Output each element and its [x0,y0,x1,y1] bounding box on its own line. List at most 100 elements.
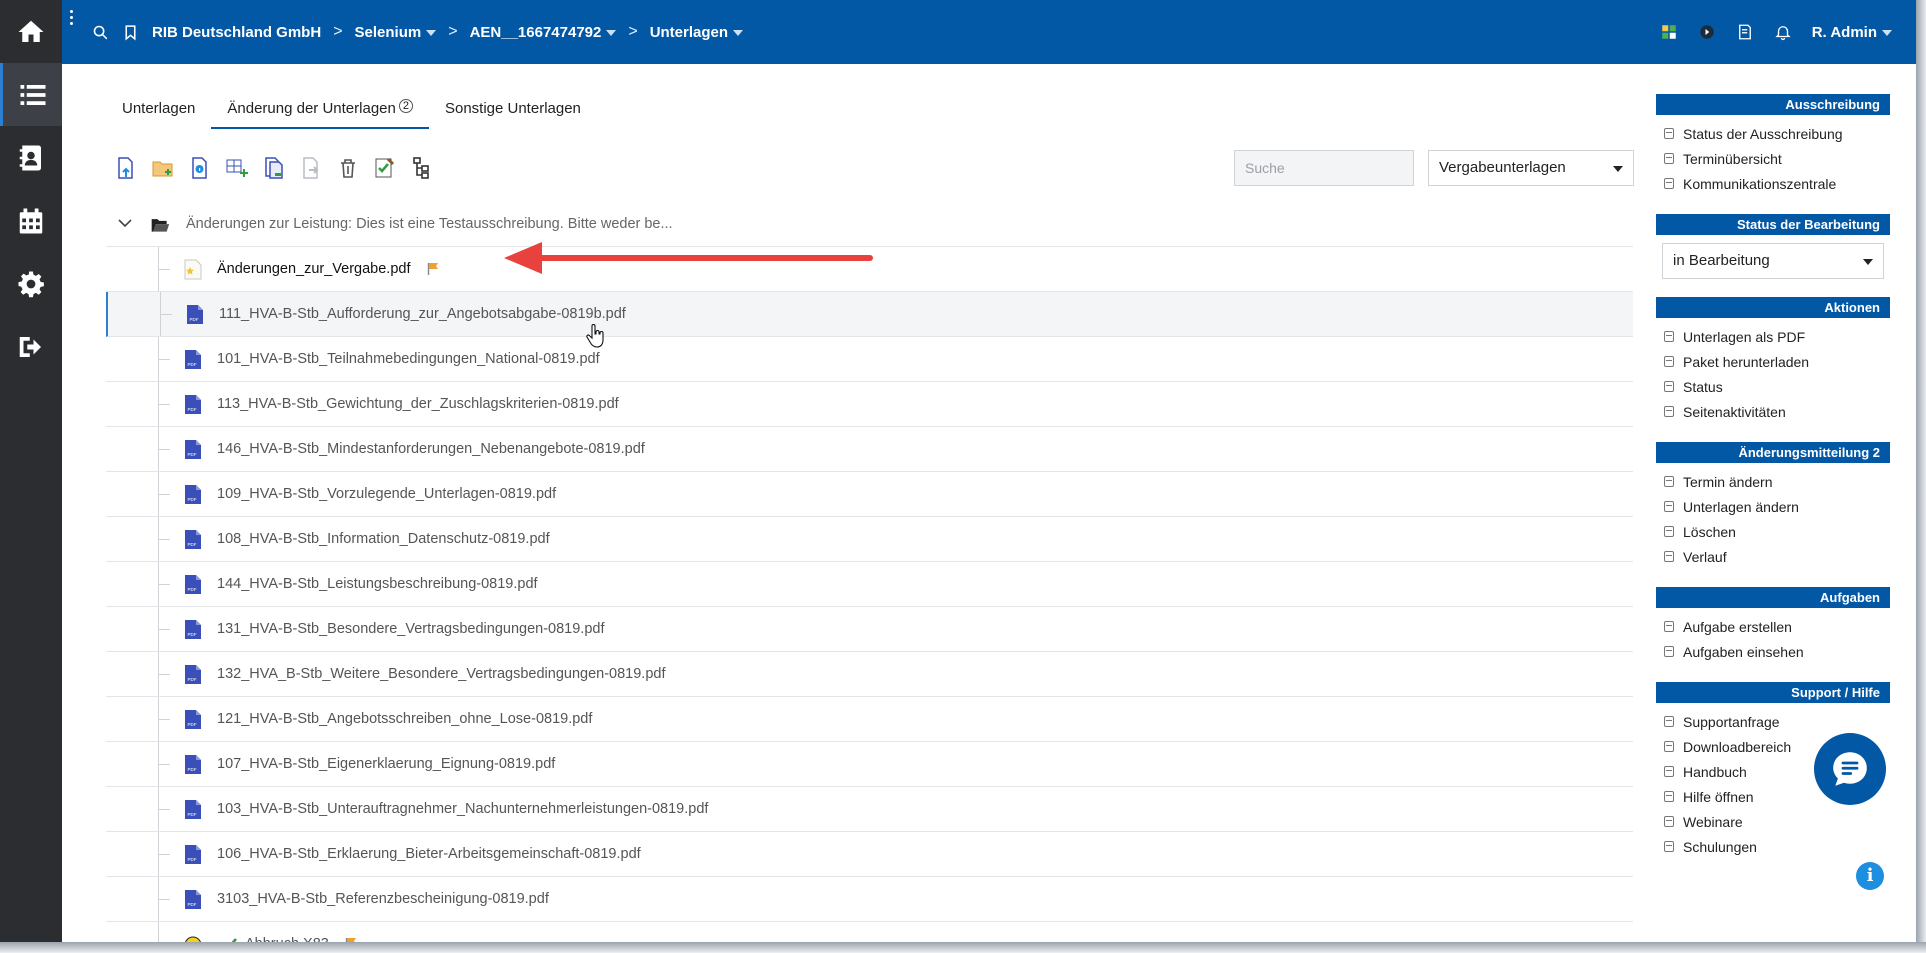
file-row[interactable]: PDF 108_HVA-B-Stb_Information_Datenschut… [106,517,1633,562]
file-name[interactable]: 108_HVA-B-Stb_Information_Datenschutz-08… [217,531,550,547]
file-row[interactable]: PDF 109_HVA-B-Stb_Vorzulegende_Unterlage… [106,472,1633,517]
search-input[interactable]: Suche [1234,150,1414,186]
sidebar-link[interactable]: Aufgaben einsehen [1656,639,1890,664]
search-icon[interactable] [92,24,109,41]
file-name[interactable]: 107_HVA-B-Stb_Eigenerklaerung_Eignung-08… [217,756,555,772]
breadcrumb-item-project[interactable]: Selenium [355,24,437,41]
link-bullet-icon [1664,621,1674,632]
nav-contacts[interactable] [0,126,62,189]
chevron-down-icon [606,30,617,36]
assistant-icon[interactable] [1698,23,1716,41]
tree-connector [158,877,174,921]
file-row[interactable]: PDF 111_HVA-B-Stb_Aufforderung_zur_Angeb… [106,292,1633,337]
sidebar-link[interactable]: Supportanfrage [1656,709,1890,734]
add-folder-icon[interactable] [151,156,175,180]
tab-unterlagen[interactable]: Unterlagen [106,100,211,129]
sidebar-link[interactable]: Unterlagen ändern [1656,494,1890,519]
copy-document-icon[interactable] [262,156,286,180]
file-name[interactable]: 131_HVA-B-Stb_Besondere_Vertragsbedingun… [217,621,605,637]
breadcrumb-item-tender[interactable]: AEN__1667474792 [470,24,617,41]
nav-home[interactable] [0,0,62,63]
sidebar-link[interactable]: Aufgabe erstellen [1656,614,1890,639]
file-row[interactable]: PDF 3103_HVA-B-Stb_Referenzbescheinigung… [106,877,1633,922]
chevron-down-icon[interactable] [118,218,132,228]
file-name[interactable]: 132_HVA_B-Stb_Weitere_Besondere_Vertrags… [217,666,665,682]
file-name[interactable]: Änderungen_zur_Vergabe.pdf [217,261,411,277]
nav-logout[interactable] [0,315,62,378]
pdf-file-icon: PDF [185,755,201,774]
sidebar-link[interactable]: Termin ändern [1656,469,1890,494]
approve-document-icon[interactable] [373,156,397,180]
annotation-arrow [504,242,873,274]
file-row[interactable]: GAEB Abbruch.X83 [106,922,1633,942]
svg-text:PDF: PDF [188,902,197,907]
bookmark-icon[interactable] [122,24,139,41]
apps-icon[interactable] [1660,23,1678,41]
file-name[interactable]: 144_HVA-B-Stb_Leistungsbeschreibung-0819… [217,576,538,592]
breadcrumb-item-section[interactable]: Unterlagen [650,24,744,41]
status-select[interactable]: in Bearbeitung [1662,243,1884,279]
nav-calendar[interactable] [0,189,62,252]
link-bullet-icon [1664,406,1674,417]
sidebar-link[interactable]: Unterlagen als PDF [1656,324,1890,349]
link-bullet-icon [1664,816,1674,827]
file-row[interactable]: PDF 106_HVA-B-Stb_Erklaerung_Bieter-Arbe… [106,832,1633,877]
sidebar-link[interactable]: Status der Ausschreibung [1656,121,1890,146]
sidebar-link[interactable]: Status [1656,374,1890,399]
link-bullet-icon [1664,766,1674,777]
delete-icon[interactable] [336,156,360,180]
sidebar-link[interactable]: Schulungen [1656,834,1890,859]
sidebar-link[interactable]: Webinare [1656,809,1890,834]
file-name[interactable]: 3103_HVA-B-Stb_Referenzbescheinigung-081… [217,891,549,907]
document-type-select[interactable]: Vergabeunterlagen [1428,150,1634,186]
upload-document-icon[interactable] [114,156,138,180]
document-toolbar [114,156,434,180]
sidebar-link[interactable]: Kommunikationszentrale [1656,171,1890,196]
breadcrumb-separator: > [628,23,638,40]
file-name[interactable]: 146_HVA-B-Stb_Mindestanforderungen_Neben… [217,441,645,457]
tree-structure-icon[interactable] [410,156,434,180]
file-name[interactable]: 111_HVA-B-Stb_Aufforderung_zur_Angebotsa… [219,306,626,322]
document-info-icon[interactable] [188,156,212,180]
file-name[interactable]: 113_HVA-B-Stb_Gewichtung_der_Zuschlagskr… [217,396,619,412]
file-name[interactable]: 103_HVA-B-Stb_Unterauftragnehmer_Nachunt… [217,801,708,817]
sidebar-link[interactable]: Seitenaktivitäten [1656,399,1890,424]
pdf-file-icon: PDF [185,440,201,459]
bell-icon[interactable] [1774,23,1792,41]
file-row[interactable]: PDF 113_HVA-B-Stb_Gewichtung_der_Zuschla… [106,382,1633,427]
tab-sonstige-unterlagen[interactable]: Sonstige Unterlagen [429,100,597,129]
svg-text:PDF: PDF [188,812,197,817]
user-menu[interactable]: R. Admin [1812,24,1892,41]
chat-button[interactable] [1814,733,1886,805]
file-row[interactable]: PDF 101_HVA-B-Stb_Teilnahmebedingungen_N… [106,337,1633,382]
file-row[interactable]: PDF 132_HVA_B-Stb_Weitere_Besondere_Vert… [106,652,1633,697]
add-grid-icon[interactable] [225,156,249,180]
tab-aenderung-der-unterlagen[interactable]: Änderung der Unterlagen 2 [211,99,429,129]
file-name[interactable]: 121_HVA-B-Stb_Angebotsschreiben_ohne_Los… [217,711,592,727]
file-name[interactable]: 101_HVA-B-Stb_Teilnahmebedingungen_Natio… [217,351,600,367]
notes-icon[interactable] [1736,23,1754,41]
more-vertical-icon[interactable] [70,10,74,28]
breadcrumb-separator: > [333,23,343,40]
link-bullet-icon [1664,841,1674,852]
file-row[interactable]: PDF 103_HVA-B-Stb_Unterauftragnehmer_Nac… [106,787,1633,832]
file-row[interactable]: PDF 107_HVA-B-Stb_Eigenerklaerung_Eignun… [106,742,1633,787]
file-row[interactable]: PDF 146_HVA-B-Stb_Mindestanforderungen_N… [106,427,1633,472]
sidebar-link[interactable]: Löschen [1656,519,1890,544]
sidebar-link[interactable]: Paket herunterladen [1656,349,1890,374]
move-document-icon[interactable] [299,156,323,180]
file-row[interactable]: PDF 144_HVA-B-Stb_Leistungsbeschreibung-… [106,562,1633,607]
file-name[interactable]: 106_HVA-B-Stb_Erklaerung_Bieter-Arbeitsg… [217,846,641,862]
file-name[interactable]: 109_HVA-B-Stb_Vorzulegende_Unterlagen-08… [217,486,556,502]
sidebar-link[interactable]: Verlauf [1656,544,1890,569]
breadcrumb-item-company[interactable]: RIB Deutschland GmbH [152,24,321,41]
calendar-icon [19,208,43,233]
nav-list[interactable] [0,63,62,126]
hand-cursor-icon [586,324,604,348]
sidebar-link[interactable]: Terminübersicht [1656,146,1890,171]
info-icon[interactable]: i [1856,862,1884,890]
file-row[interactable]: PDF 121_HVA-B-Stb_Angebotsschreiben_ohne… [106,697,1633,742]
nav-settings[interactable] [0,252,62,315]
file-row[interactable]: PDF 131_HVA-B-Stb_Besondere_Vertragsbedi… [106,607,1633,652]
tab-count-badge: 2 [398,99,413,113]
